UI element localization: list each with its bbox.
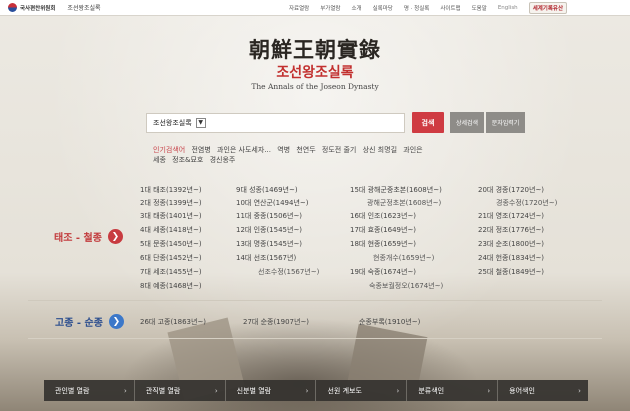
king-link[interactable]: 2대 정종(1399년~) — [140, 199, 202, 208]
king-link[interactable]: 23대 순조(1800년~) — [478, 240, 544, 249]
collection-select[interactable]: 조선왕조실록 ▼ — [146, 113, 405, 133]
king-link[interactable]: 5대 문종(1450년~) — [140, 240, 202, 249]
king-link[interactable]: 26대 고종(1863년~) — [140, 318, 206, 327]
king-sub-link[interactable]: 광해군정초본(1608년~) — [367, 199, 441, 208]
king-link[interactable]: 3대 태종(1401년~) — [140, 212, 202, 221]
king-link[interactable]: 22대 정조(1776년~) — [478, 226, 544, 235]
keyword-link[interactable]: 역병 — [277, 146, 290, 154]
king-link[interactable]: 19대 숙종(1674년~) — [350, 268, 416, 277]
popular-keywords-label: 인기검색어 — [153, 146, 186, 154]
bottom-nav: 관인별 열람 › 관직별 열람 › 신분별 열람 › 선원 계보도 › 분류색인… — [44, 380, 588, 401]
site-name[interactable]: 조선왕조실록 — [67, 3, 100, 12]
nav-item[interactable]: 자료열람 — [289, 4, 309, 12]
collection-select-value: 조선왕조실록 — [153, 119, 192, 127]
king-link[interactable]: 25대 철종(1849년~) — [478, 268, 544, 277]
keyword-link[interactable]: 정도전 줄기 — [322, 146, 356, 154]
bottom-nav-label: 신분별 열람 — [236, 386, 272, 395]
english-link[interactable]: English — [498, 5, 518, 11]
institution-logo[interactable]: 국사편찬위원회 — [8, 3, 55, 12]
nav-item[interactable]: 실록마당 — [373, 4, 393, 12]
king-sub-link[interactable]: 숙종보궐정오(1674년~) — [369, 282, 443, 291]
detail-search-button[interactable]: 상세검색 — [450, 112, 484, 133]
nav-item[interactable]: 소개 — [352, 4, 362, 12]
king-link[interactable]: 27대 순종(1907년~) — [243, 318, 309, 327]
king-link[interactable]: 1대 태조(1392년~) — [140, 186, 202, 195]
king-sub-link[interactable]: 현종개수(1659년~) — [373, 254, 434, 263]
bottom-nav-item-office[interactable]: 관직별 열람 › — [135, 380, 226, 401]
bottom-nav-label: 분류색인 — [418, 386, 445, 395]
king-link[interactable]: 순종부록(1910년~) — [359, 318, 420, 327]
king-link[interactable]: 14대 선조(1567년) — [236, 254, 296, 263]
bottom-nav-label: 용어색인 — [509, 386, 535, 395]
chevron-right-icon: ❯ — [108, 314, 124, 329]
chevron-right-icon: ❯ — [107, 229, 123, 244]
popular-keywords: 인기검색어 전염병 과인은 사도세자... 역병 천연두 정도전 줄기 상신 최… — [153, 145, 473, 165]
king-link[interactable]: 18대 현종(1659년~) — [350, 240, 416, 249]
keyword-link[interactable]: 정조&묘호 — [172, 156, 203, 164]
bottom-nav-label: 선원 계보도 — [327, 386, 362, 395]
era-empire-button[interactable]: 고종 - 순종 ❯ — [55, 314, 124, 329]
top-bar: 국사편찬위원회 조선왕조실록 자료열람 부가열람 소개 실록마당 명 · 청실록… — [0, 0, 630, 16]
nav-item[interactable]: 사이트맵 — [440, 4, 460, 12]
king-link[interactable]: 24대 헌종(1834년~) — [478, 254, 544, 263]
chevron-right-icon: › — [124, 386, 127, 395]
nav-item[interactable]: 부가열람 — [320, 4, 340, 12]
chevron-right-icon: › — [487, 386, 491, 395]
keyword-link[interactable]: 과인은 — [403, 146, 422, 154]
top-nav: 자료열람 부가열람 소개 실록마당 명 · 청실록 사이트맵 도움말 Engli… — [289, 0, 568, 16]
era-joseon-button[interactable]: 태조 - 철종 ❯ — [54, 229, 123, 244]
king-link[interactable]: 12대 인종(1545년~) — [236, 226, 302, 235]
keyword-link[interactable]: 경신옹주 — [210, 156, 236, 164]
king-link[interactable]: 15대 광해군중초본(1608년~) — [350, 186, 442, 195]
text-input-tool-button[interactable]: 문자입력기 — [486, 112, 525, 133]
king-sub-link[interactable]: 선조수정(1567년~) — [258, 268, 319, 277]
hanja-title: 朝鮮王朝實錄 — [249, 37, 381, 62]
keyword-link[interactable]: 천연두 — [296, 146, 315, 154]
search-button[interactable]: 검색 — [412, 112, 444, 133]
section-divider — [28, 300, 602, 301]
taegeuk-icon — [8, 3, 17, 12]
nav-item[interactable]: 명 · 청실록 — [404, 4, 430, 12]
era-joseon-label: 태조 - 철종 — [54, 233, 102, 244]
keyword-link[interactable]: 상신 최명길 — [363, 146, 397, 154]
logo-text: 국사편찬위원회 — [20, 5, 56, 12]
bottom-nav-item-category[interactable]: 분류색인 › — [407, 380, 499, 401]
section-divider — [28, 338, 602, 339]
king-link[interactable]: 20대 경종(1720년~) — [478, 186, 544, 195]
chevron-right-icon: › — [578, 386, 581, 395]
bottom-nav-item-glossary[interactable]: 용어색인 › — [498, 380, 588, 401]
bottom-nav-item-genealogy[interactable]: 선원 계보도 › — [316, 380, 408, 401]
bottom-nav-item-status[interactable]: 신분별 열람 › — [226, 380, 317, 401]
king-link[interactable]: 21대 영조(1724년~) — [478, 212, 544, 221]
king-link[interactable]: 9대 성종(1469년~) — [236, 186, 298, 195]
era-empire-label: 고종 - 순종 — [55, 318, 103, 329]
keyword-link[interactable]: 과인은 사도세자... — [217, 146, 271, 154]
korean-title: 조선왕조실록 — [276, 65, 354, 81]
bottom-nav-item-person[interactable]: 관인별 열람 › — [44, 380, 135, 401]
keyword-link[interactable]: 전염병 — [191, 146, 210, 154]
nav-item[interactable]: 도움말 — [472, 4, 487, 12]
king-link[interactable]: 11대 중종(1506년~) — [236, 212, 302, 221]
chevron-right-icon: › — [305, 386, 309, 395]
king-link[interactable]: 7대 세조(1455년~) — [140, 268, 202, 277]
bottom-nav-label: 관직별 열람 — [145, 386, 181, 395]
king-link[interactable]: 10대 연산군(1494년~) — [236, 199, 308, 208]
king-link[interactable]: 16대 인조(1623년~) — [350, 212, 416, 221]
chevron-right-icon: › — [396, 386, 400, 395]
world-heritage-link[interactable]: 세계기록유산 — [528, 2, 568, 14]
bottom-nav-label: 관인별 열람 — [55, 386, 90, 395]
dropdown-icon[interactable]: ▼ — [195, 118, 206, 128]
english-title: The Annals of the Joseon Dynasty — [251, 82, 379, 91]
king-link[interactable]: 4대 세종(1418년~) — [140, 226, 202, 235]
king-link[interactable]: 17대 효종(1649년~) — [350, 226, 416, 235]
chevron-right-icon: › — [214, 386, 218, 395]
king-link[interactable]: 6대 단종(1452년~) — [140, 254, 202, 263]
keyword-link[interactable]: 세종 — [153, 156, 166, 164]
king-link[interactable]: 13대 명종(1545년~) — [236, 240, 302, 249]
king-link[interactable]: 8대 예종(1468년~) — [140, 282, 202, 291]
king-sub-link[interactable]: 경종수정(1720년~) — [496, 199, 557, 208]
